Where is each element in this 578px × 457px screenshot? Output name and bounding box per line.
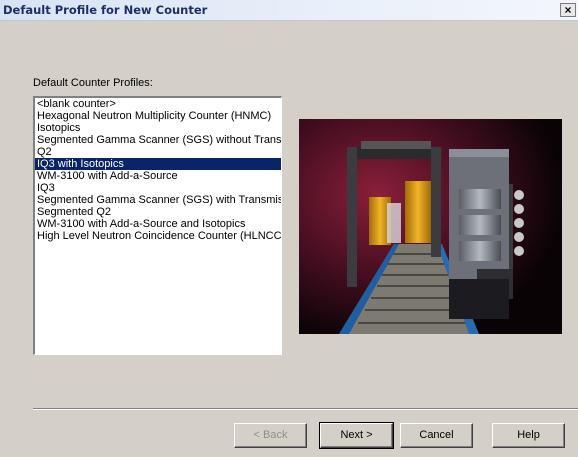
- profile-item[interactable]: WM-3100 with Add-a-Source: [35, 170, 281, 182]
- profile-item[interactable]: WM-3100 with Add-a-Source and Isotopics: [35, 218, 281, 230]
- button-divider: [33, 408, 578, 410]
- profiles-listbox[interactable]: <blank counter> Hexagonal Neutron Multip…: [33, 96, 282, 355]
- title-bar: Default Profile for New Counter ×: [0, 0, 578, 21]
- help-button[interactable]: Help: [492, 423, 565, 448]
- profile-item[interactable]: <blank counter>: [35, 98, 281, 110]
- profile-item[interactable]: Segmented Gamma Scanner (SGS) without Tr…: [35, 134, 281, 146]
- profile-item[interactable]: Q2: [35, 146, 281, 158]
- profile-item-selected[interactable]: IQ3 with Isotopics: [35, 158, 281, 170]
- back-button[interactable]: < Back: [234, 423, 307, 448]
- counter-photo: [299, 119, 562, 334]
- close-icon[interactable]: ×: [560, 3, 576, 17]
- profile-item[interactable]: Hexagonal Neutron Multiplicity Counter (…: [35, 110, 281, 122]
- profile-item[interactable]: High Level Neutron Coincidence Counter (…: [35, 230, 281, 242]
- profile-item[interactable]: IQ3: [35, 182, 281, 194]
- profile-item[interactable]: Segmented Gamma Scanner (SGS) with Trans…: [35, 194, 281, 206]
- cancel-button[interactable]: Cancel: [400, 423, 473, 448]
- profile-item[interactable]: Isotopics: [35, 122, 281, 134]
- window-title: Default Profile for New Counter: [3, 3, 208, 17]
- profile-item[interactable]: Segmented Q2: [35, 206, 281, 218]
- next-button[interactable]: Next >: [319, 422, 394, 449]
- profiles-label: Default Counter Profiles:: [33, 77, 153, 89]
